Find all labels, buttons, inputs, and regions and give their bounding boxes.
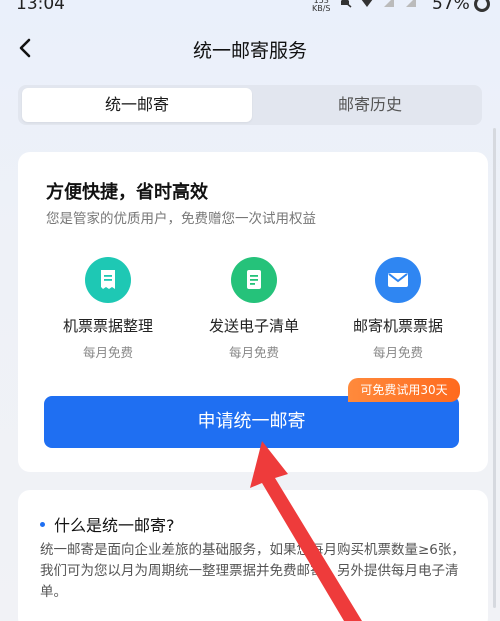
feature-note: 每月免费 (82, 345, 133, 360)
status-time: 13:04 (16, 0, 65, 14)
signal-icon (384, 0, 394, 7)
feature-e-list: 发送电子清单 每月免费 (184, 257, 324, 361)
receipt-icon (85, 257, 131, 303)
feature-mail-tickets: 邮寄机票票据 每月免费 (328, 257, 468, 361)
feature-note: 每月免费 (228, 345, 279, 360)
document-icon (231, 257, 277, 303)
feature-label: 发送电子清单 (208, 317, 299, 335)
feature-ticket-sorting: 机票票据整理 每月免费 (38, 257, 178, 361)
tab-bar: 统一邮寄 邮寄历史 (18, 85, 482, 125)
feature-note: 每月免费 (372, 345, 423, 360)
mail-icon (375, 257, 421, 303)
info-body: 统一邮寄是面向企业差旅的基础服务，如果您每月购买机票数量≥6张，我们可为您以月为… (40, 542, 465, 600)
feature-label: 机票票据整理 (62, 317, 153, 335)
bullet-dot-icon (40, 521, 45, 527)
scrollbar[interactable] (493, 128, 496, 608)
battery-icon (474, 0, 490, 12)
tab-mail-history[interactable]: 邮寄历史 (258, 85, 482, 125)
battery-level: 57% (432, 0, 470, 14)
mute-bell-icon (341, 0, 352, 8)
chevron-left-icon[interactable] (14, 36, 38, 60)
signal-2-icon (406, 0, 416, 7)
free-trial-badge: 可免费试用30天 (348, 378, 460, 402)
apply-unified-mail-button[interactable]: 申请统一邮寄 (44, 396, 459, 448)
wifi-icon (361, 0, 373, 7)
tab-unified-mail[interactable]: 统一邮寄 (22, 88, 252, 122)
network-speed: 153 KB/S (312, 0, 331, 13)
card-subtitle: 您是管家的优质用户，免费赠您一次试用权益 (46, 211, 316, 227)
feature-label: 邮寄机票票据 (352, 317, 443, 335)
status-icons (338, 0, 418, 8)
service-card: 方便快捷，省时高效 您是管家的优质用户，免费赠您一次试用权益 机票票据整理 每月… (18, 152, 488, 472)
info-title-text: 什么是统一邮寄? (54, 516, 175, 535)
info-card: 什么是统一邮寄? 统一邮寄是面向企业差旅的基础服务，如果您每月购买机票数量≥6张… (18, 490, 488, 621)
status-bar: 13:04 153 KB/S 57% (0, 0, 500, 22)
info-title: 什么是统一邮寄? (40, 512, 175, 536)
page-title: 统一邮寄服务 (192, 40, 307, 62)
network-speed-unit: KB/S (312, 4, 331, 13)
card-heading: 方便快捷，省时高效 (46, 182, 208, 203)
